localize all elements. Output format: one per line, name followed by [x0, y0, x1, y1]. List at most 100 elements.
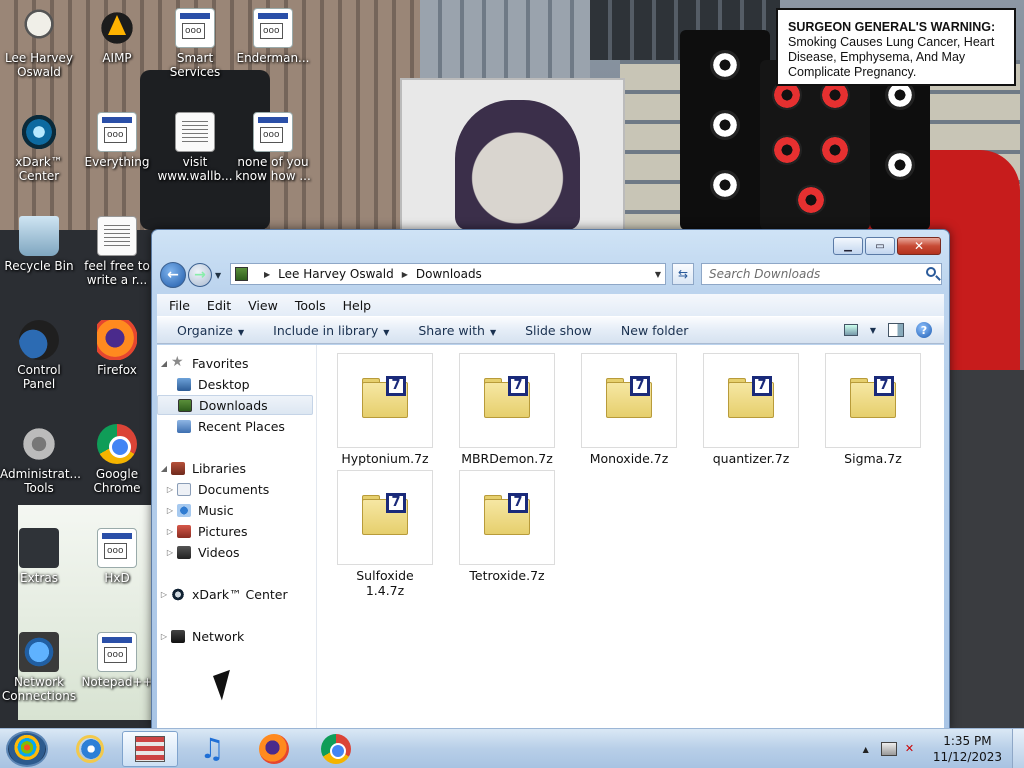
- breadcrumb-separator-icon[interactable]: ▶: [264, 270, 270, 279]
- breadcrumb-separator-icon[interactable]: ▶: [402, 270, 408, 279]
- nav-network[interactable]: ▷ Network: [157, 626, 313, 646]
- expand-arrow-icon[interactable]: ▷: [163, 506, 177, 515]
- desktop-icon-control-panel[interactable]: Control Panel: [0, 320, 78, 391]
- change-view-icon[interactable]: [843, 324, 858, 336]
- desktop-icon-administrative-tools[interactable]: Administrat... Tools: [0, 424, 81, 495]
- expand-arrow-icon[interactable]: ▷: [163, 527, 177, 536]
- breadcrumb-root[interactable]: Lee Harvey Oswald: [278, 267, 394, 281]
- minimize-button[interactable]: ▁: [833, 237, 863, 255]
- preview-pane-icon[interactable]: [888, 323, 904, 337]
- include-in-library-button[interactable]: Include in library ▼: [273, 323, 389, 338]
- nav-label: Videos: [198, 544, 240, 560]
- nav-favorites[interactable]: ◢ ★ Favorites: [157, 353, 313, 373]
- desktop-icon-extras[interactable]: Extras: [0, 528, 78, 585]
- explorer-window[interactable]: ▁ ▭ ✕ ← → ▼ ▶ Lee Harvey Oswald ▶ Downlo…: [151, 229, 950, 729]
- nav-desktop[interactable]: Desktop: [157, 374, 313, 394]
- xdark-icon: [19, 112, 59, 152]
- file-item[interactable]: 7 Sulfoxide 1.4.7z: [337, 470, 433, 598]
- file-item[interactable]: 7 Tetroxide.7z: [459, 470, 555, 583]
- taskbar-internet-explorer[interactable]: [62, 731, 118, 767]
- taskbar-windows-explorer[interactable]: [122, 731, 178, 767]
- file-item[interactable]: 7 MBRDemon.7z: [459, 353, 555, 466]
- expand-arrow-icon[interactable]: ▷: [157, 632, 171, 641]
- desktop-icon-notepad-plus-plus[interactable]: Notepad++: [78, 632, 156, 689]
- file-item[interactable]: 7 quantizer.7z: [703, 353, 799, 466]
- refresh-button[interactable]: ⇆: [672, 263, 694, 285]
- desktop-icon-label: Administrat... Tools: [0, 467, 81, 495]
- view-options-dropdown-icon[interactable]: ▼: [870, 326, 876, 335]
- nav-pictures[interactable]: ▷ Pictures: [157, 521, 313, 541]
- nav-libraries[interactable]: ◢ Libraries: [157, 458, 313, 478]
- share-with-button[interactable]: Share with ▼: [418, 323, 496, 338]
- desktop-icon-hxd[interactable]: HxD: [78, 528, 156, 585]
- desktop-icon-feel-free[interactable]: feel free to write a r...: [78, 216, 156, 287]
- nav-downloads[interactable]: Downloads: [157, 395, 313, 415]
- recent-pages-dropdown[interactable]: ▼: [215, 271, 221, 280]
- breadcrumb-current[interactable]: Downloads: [416, 267, 482, 281]
- collapse-arrow-icon[interactable]: ◢: [157, 359, 171, 368]
- desktop-icon-smart-services[interactable]: Smart Services: [156, 8, 234, 79]
- desktop-icon-aimp[interactable]: AIMP: [78, 8, 156, 65]
- desktop-icon-recycle-bin[interactable]: Recycle Bin: [0, 216, 78, 273]
- nav-label: Downloads: [199, 397, 268, 413]
- program-icon: [253, 112, 293, 152]
- back-button[interactable]: ←: [160, 262, 186, 288]
- volume-muted-icon[interactable]: ✕: [905, 742, 921, 756]
- menu-tools[interactable]: Tools: [295, 298, 326, 313]
- taskbar-chrome[interactable]: [308, 731, 364, 767]
- desktop-icon-network-connections[interactable]: Network Connections: [0, 632, 78, 703]
- 7z-archive-icon: 7: [606, 376, 654, 418]
- taskbar-media-player[interactable]: ♫: [184, 731, 240, 767]
- desktop-icon-xdark-center[interactable]: xDark™ Center: [0, 112, 78, 183]
- collapse-arrow-icon[interactable]: ◢: [157, 464, 171, 473]
- start-button[interactable]: [6, 731, 48, 767]
- document-icon: [97, 216, 137, 256]
- menu-view[interactable]: View: [248, 298, 278, 313]
- desktop-icon-everything[interactable]: Everything: [78, 112, 156, 169]
- show-desktop-button[interactable]: [1012, 729, 1024, 768]
- new-folder-button[interactable]: New folder: [621, 323, 689, 338]
- file-item[interactable]: 7 Hyptonium.7z: [337, 353, 433, 466]
- forward-button[interactable]: →: [188, 263, 212, 287]
- desktop-icon-google-chrome[interactable]: Google Chrome: [78, 424, 156, 495]
- search-input[interactable]: Search Downloads: [701, 263, 942, 285]
- desktop-icon-lee-harvey-oswald[interactable]: Lee Harvey Oswald: [0, 8, 78, 79]
- chevron-down-icon: ▼: [383, 327, 390, 337]
- expand-arrow-icon[interactable]: ▷: [163, 485, 177, 494]
- recycle-bin-icon: [19, 216, 59, 256]
- nav-music[interactable]: ▷ Music: [157, 500, 313, 520]
- expand-arrow-icon[interactable]: ▷: [157, 590, 171, 599]
- clock[interactable]: 1:35 PM 11/12/2023: [933, 733, 1002, 765]
- search-icon[interactable]: [926, 267, 936, 277]
- menu-help[interactable]: Help: [343, 298, 372, 313]
- network-status-icon[interactable]: [880, 742, 897, 756]
- file-item[interactable]: 7 Monoxide.7z: [581, 353, 677, 466]
- nav-recent-places[interactable]: Recent Places: [157, 416, 313, 436]
- desktop-icon-enderman[interactable]: Enderman...: [234, 8, 312, 65]
- nav-videos[interactable]: ▷ Videos: [157, 542, 313, 562]
- show-hidden-icons-button[interactable]: ▲: [863, 745, 869, 754]
- address-dropdown-icon[interactable]: ▼: [655, 270, 661, 279]
- address-bar[interactable]: ▶ Lee Harvey Oswald ▶ Downloads ▼: [230, 263, 666, 285]
- explorer-content: ◢ ★ Favorites Desktop Downloads Recent P…: [157, 345, 944, 728]
- help-icon[interactable]: ?: [916, 322, 932, 338]
- nav-xdark-center[interactable]: ▷ xDark™ Center: [157, 584, 313, 604]
- menu-edit[interactable]: Edit: [207, 298, 231, 313]
- desktop-icon-firefox[interactable]: Firefox: [78, 320, 156, 377]
- organize-button[interactable]: Organize ▼: [177, 323, 244, 338]
- expand-arrow-icon[interactable]: ▷: [163, 548, 177, 557]
- chevron-down-icon: ▼: [489, 327, 497, 337]
- desktop-icon-label: Enderman...: [236, 51, 310, 65]
- file-thumbnail: 7: [459, 353, 555, 448]
- back-arrow-icon: ←: [167, 267, 179, 283]
- desktop-icon-visit-wallb[interactable]: visit www.wallb...: [156, 112, 234, 183]
- taskbar-firefox[interactable]: [246, 731, 302, 767]
- menu-file[interactable]: File: [169, 298, 190, 313]
- desktop-icon-label: Extras: [20, 571, 58, 585]
- maximize-button[interactable]: ▭: [865, 237, 895, 255]
- slide-show-button[interactable]: Slide show: [525, 323, 592, 338]
- nav-documents[interactable]: ▷ Documents: [157, 479, 313, 499]
- file-item[interactable]: 7 Sigma.7z: [825, 353, 921, 466]
- close-button[interactable]: ✕: [897, 237, 941, 255]
- desktop-icon-none-of-you[interactable]: none of you know how ...: [234, 112, 312, 183]
